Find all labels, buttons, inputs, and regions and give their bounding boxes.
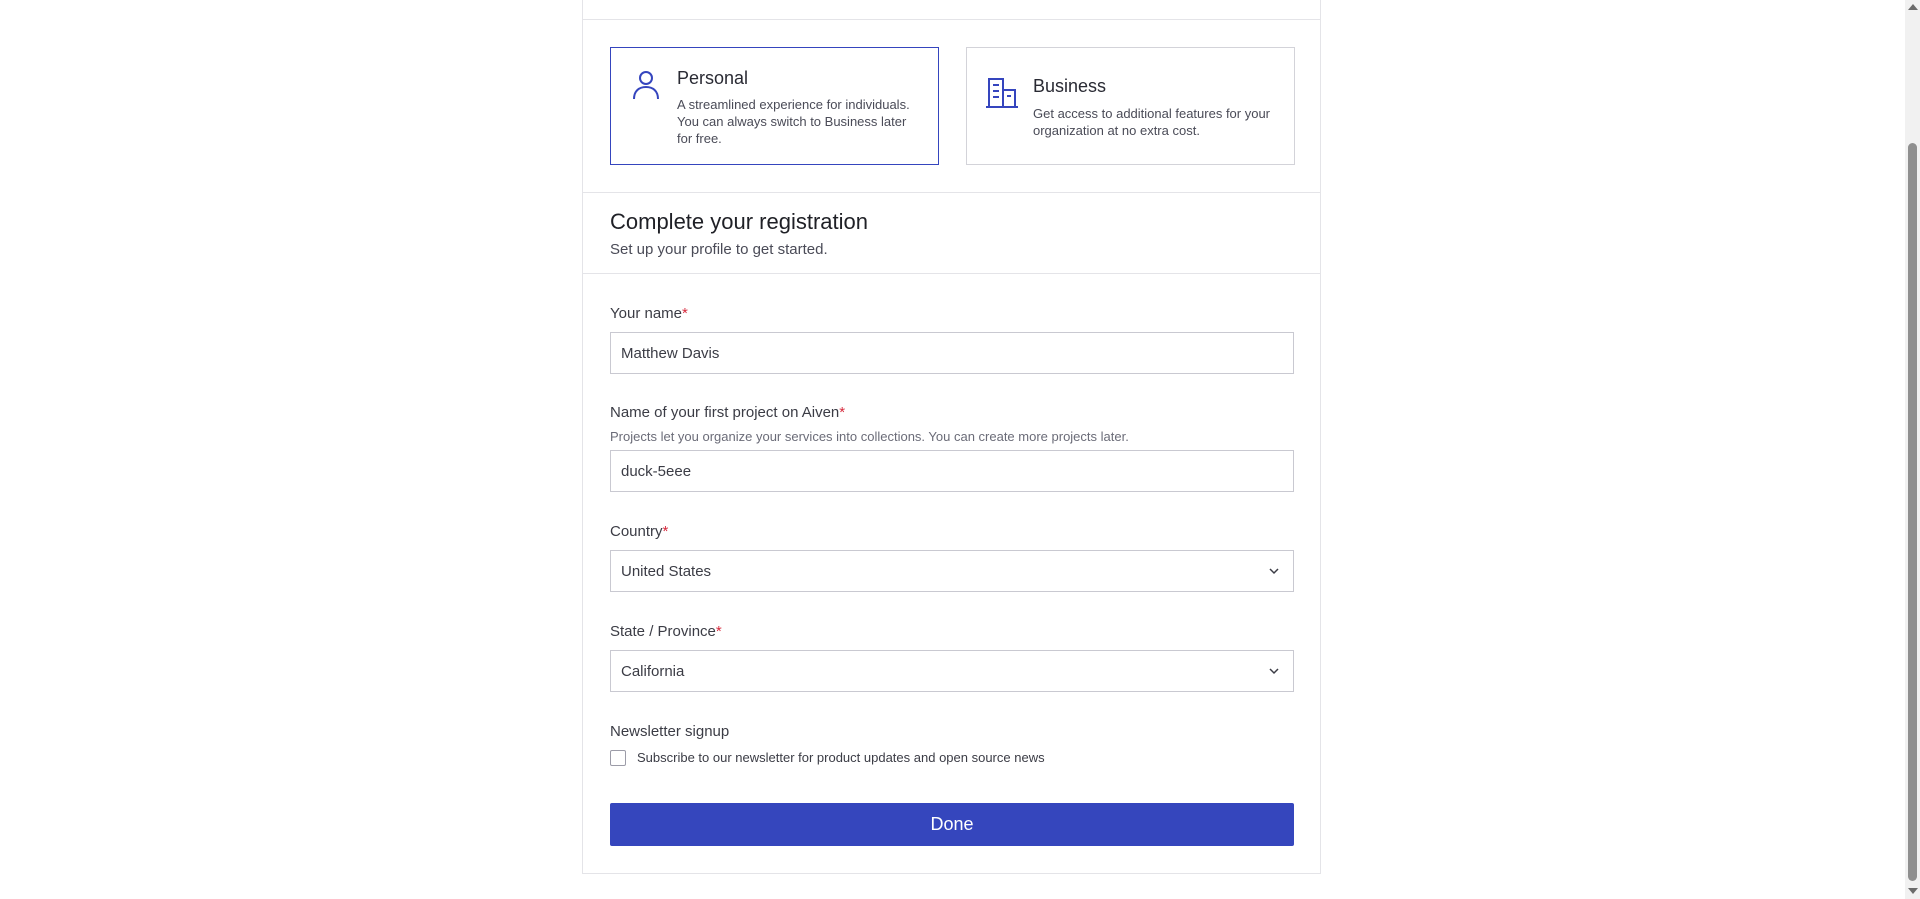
chevron-down-icon — [1269, 568, 1279, 575]
required-marker: * — [715, 623, 722, 640]
state-label: State / Province* — [610, 623, 722, 640]
page: Personal A streamlined experience for in… — [0, 0, 1920, 899]
scrollbar-thumb[interactable] — [1908, 143, 1917, 881]
country-select-value: United States — [621, 563, 712, 580]
options-divider — [583, 192, 1320, 193]
newsletter-checkbox-label[interactable]: Subscribe to our newsletter for product … — [637, 750, 1045, 765]
country-label: Country* — [610, 523, 668, 540]
done-button[interactable]: Done — [610, 803, 1294, 846]
personal-title: Personal — [677, 68, 749, 88]
header-divider — [583, 273, 1320, 274]
newsletter-label: Newsletter signup — [610, 723, 730, 740]
scroll-up-icon[interactable] — [1908, 4, 1918, 10]
registration-subtitle: Set up your profile to get started. — [610, 241, 828, 258]
country-select[interactable]: United States — [610, 550, 1294, 592]
project-label: Name of your first project on Aiven* — [610, 404, 845, 421]
name-label-text: Your name — [610, 305, 682, 322]
business-description: Get access to additional features for yo… — [1033, 106, 1271, 138]
name-input[interactable] — [610, 332, 1294, 374]
project-help-text: Projects let you organize your services … — [610, 429, 1129, 444]
building-icon — [986, 78, 1018, 108]
registration-card: Personal A streamlined experience for in… — [582, 0, 1321, 874]
state-select-value: California — [621, 663, 685, 680]
state-label-text: State / Province — [610, 623, 716, 640]
user-icon — [633, 71, 659, 100]
top-divider — [583, 19, 1320, 20]
required-marker: * — [662, 523, 669, 540]
state-select[interactable]: California — [610, 650, 1294, 692]
required-marker: * — [839, 404, 846, 421]
project-name-input[interactable] — [610, 450, 1294, 492]
page-scrollbar[interactable] — [1905, 0, 1920, 899]
newsletter-checkbox[interactable] — [610, 750, 626, 766]
project-label-text: Name of your first project on Aiven — [610, 404, 840, 421]
account-type-business[interactable]: Business Get access to additional featur… — [966, 47, 1295, 165]
account-type-personal[interactable]: Personal A streamlined experience for in… — [610, 47, 939, 165]
required-marker: * — [682, 305, 688, 322]
country-label-text: Country — [610, 523, 663, 540]
chevron-down-icon — [1269, 668, 1279, 675]
registration-title: Complete your registration — [610, 209, 869, 234]
personal-description: A streamlined experience for individuals… — [677, 97, 910, 146]
scroll-down-icon[interactable] — [1908, 888, 1918, 894]
business-title: Business — [1033, 76, 1107, 96]
name-label: Your name* — [610, 305, 688, 322]
